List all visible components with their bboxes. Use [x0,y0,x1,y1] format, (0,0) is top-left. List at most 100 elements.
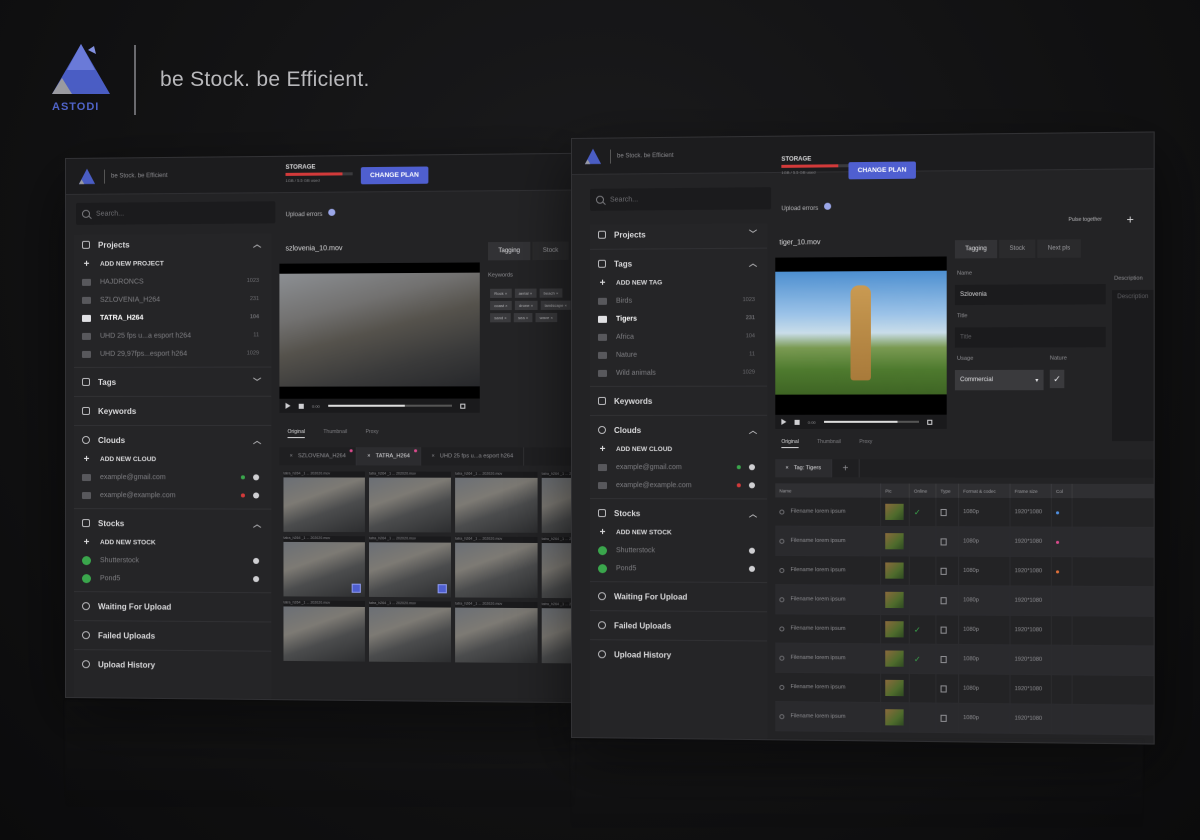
row-select-radio[interactable] [779,625,785,632]
upload-errors[interactable]: Upload errors [286,208,336,218]
row-select-radio[interactable] [779,596,785,602]
nav-upload-history[interactable]: Upload History [590,644,767,666]
thumbnail[interactable]: tatra_h264 _1 ... 202020.mov [369,600,451,663]
add-cloud-button[interactable]: + ADD NEW CLOUD [590,440,767,458]
row-select-radio[interactable] [779,655,785,661]
section-tags[interactable]: Tags ﹀ [74,372,271,392]
video-player[interactable]: 0:00 [279,262,480,413]
keyword-chip[interactable]: landscape × [540,300,572,310]
subtab-original[interactable]: Original [287,429,306,439]
section-tags[interactable]: Tags ︿ [590,253,767,274]
tag-item[interactable]: Africa 104 [590,327,767,346]
project-item[interactable]: TATRA_H264 104 [74,308,271,327]
tab-tagging[interactable]: Tagging [954,239,998,259]
nav-failed-uploads[interactable]: Failed Uploads [590,615,767,636]
tab-stock[interactable]: Stock [999,239,1036,259]
tag-item[interactable]: Wild animals 1029 [590,363,767,382]
close-icon[interactable]: × [367,453,370,459]
subtab-thumbnail[interactable]: Thumbnail [323,429,347,438]
row-select-radio[interactable] [779,509,785,515]
tag-tab[interactable]: × Tag: Tigers [775,459,833,478]
project-item[interactable]: SZLOVENIA_H264 231 [74,290,271,309]
thumbnail[interactable]: tatra_h264 _1 ... 202020.mov [455,601,538,664]
section-projects[interactable]: Projects ︿ [74,234,271,255]
row-select-radio[interactable] [779,567,785,573]
table-row[interactable]: Filename lorem ipsum 1080p 1920*1080 [775,585,1155,617]
keyword-chip[interactable]: sea × [513,313,533,323]
column-header[interactable]: Format & codec [959,483,1011,498]
stock-item[interactable]: Shutterstock [74,551,271,570]
thumbnail[interactable]: tatra_h264 _1 ... 202020.mov [283,535,365,597]
play-icon[interactable] [285,402,291,409]
file-tab[interactable]: × SZLOVENIA_H264 [279,447,358,466]
project-item[interactable]: UHD 25 fps u...a esport h264 11 [74,326,271,345]
fullscreen-icon[interactable] [927,419,933,425]
subtab-proxy[interactable]: Proxy [366,429,379,438]
subtab-proxy[interactable]: Proxy [859,439,872,448]
file-tab[interactable]: × TATRA_H264 [357,447,422,466]
search-input[interactable]: Search... [75,201,276,225]
keyword-chip[interactable]: sand × [490,313,511,323]
table-row[interactable]: Filename lorem ipsum ✓ 1080p 1920*1080 [775,614,1155,647]
thumbnail[interactable]: tatra_h264 _1 ... 202020.mov [283,471,365,533]
cloud-item[interactable]: example@example.com [590,476,767,494]
thumbnail[interactable]: tatra_h264 _1 ... 202020.mov [369,536,451,598]
row-select-radio[interactable] [779,684,785,690]
column-header[interactable]: Name [775,483,882,498]
fullscreen-icon[interactable] [460,403,466,409]
column-header[interactable]: Online [909,483,937,498]
search-input[interactable]: Search... [589,187,772,211]
row-select-radio[interactable] [779,713,785,719]
close-icon[interactable]: × [290,453,293,459]
close-icon[interactable]: × [785,465,788,471]
add-tag-button[interactable]: + ADD NEW TAG [590,273,767,292]
stock-item[interactable]: Pond5 [74,569,271,588]
keyword-chip[interactable]: coast × [490,300,512,311]
tag-item[interactable]: Nature 11 [590,345,767,364]
cloud-item[interactable]: example@example.com [74,486,271,505]
close-icon[interactable]: × [431,453,434,459]
tab-tagging[interactable]: Tagging [488,241,531,261]
nav-waiting-upload[interactable]: Waiting For Upload [590,586,767,607]
subtab-thumbnail[interactable]: Thumbnail [817,439,841,448]
table-row[interactable]: Filename lorem ipsum ✓ 1080p 1920*1080 [775,497,1155,528]
play-icon[interactable] [781,418,787,425]
settings-icon[interactable] [748,565,756,572]
seek-bar[interactable] [328,404,453,407]
tab-next-pls[interactable]: Next pls [1037,239,1081,258]
keyword-chip[interactable]: Rock × [490,288,512,298]
cloud-item[interactable]: example@gmail.com [74,468,271,486]
add-stock-button[interactable]: + ADD NEW STOCK [590,523,767,542]
file-tab[interactable]: × UHD 25 fps u...a esport h264 [421,447,525,466]
thumbnail[interactable]: tatra_h264 _1 ... 202020.mov [369,471,451,533]
tag-item[interactable]: Tigers 231 [590,309,767,328]
change-plan-button[interactable]: CHANGE PLAN [360,166,429,185]
settings-icon[interactable] [253,474,260,481]
table-row[interactable]: Filename lorem ipsum 1080p 1920*1080 [775,555,1155,588]
volume-icon[interactable] [298,403,304,409]
add-stock-button[interactable]: + ADD NEW STOCK [74,533,271,552]
section-clouds[interactable]: Clouds ︿ [74,430,271,450]
keyword-chip[interactable]: wave × [535,312,558,323]
nature-checkbox[interactable]: ✓ [1049,369,1065,389]
add-icon[interactable]: + [1127,212,1134,226]
video-player[interactable]: 0:00 [775,256,947,429]
table-row[interactable]: Filename lorem ipsum 1080p 1920*1080 [775,526,1155,558]
column-header[interactable]: Type [936,483,960,498]
column-header[interactable]: Pic [881,483,910,498]
column-header[interactable]: Col [1051,483,1073,499]
thumbnail[interactable]: tatra_h264 _1 ... 202020.mov [455,536,538,598]
settings-icon[interactable] [253,492,260,499]
upload-errors[interactable]: Upload errors [781,202,832,212]
project-item[interactable]: UHD 29,97fps...esport h264 1029 [74,344,271,363]
nav-waiting-upload[interactable]: Waiting For Upload [74,596,271,617]
add-cloud-button[interactable]: + ADD NEW CLOUD [74,450,271,468]
section-stocks[interactable]: Stocks ︿ [590,503,767,524]
title-field[interactable]: Title [954,326,1106,348]
keyword-chip[interactable]: drone × [514,300,538,311]
section-stocks[interactable]: Stocks ︿ [74,513,271,534]
name-field[interactable]: Szlovenia [954,283,1106,306]
usage-select[interactable]: Commercial ▾ [954,369,1044,391]
change-plan-button[interactable]: CHANGE PLAN [848,161,916,180]
thumbnail[interactable]: tatra_h264 _1 ... 202020.mov [455,471,538,533]
